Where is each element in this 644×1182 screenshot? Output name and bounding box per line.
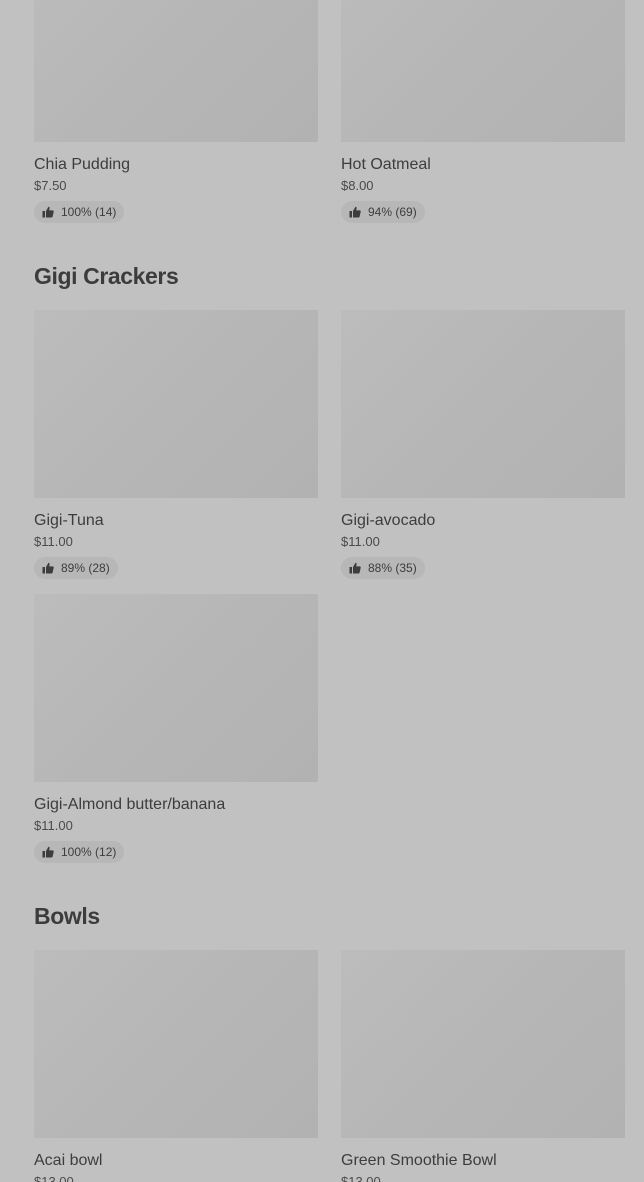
menu-item-price: $11.00 <box>34 534 73 549</box>
menu-item-name: Gigi-Almond butter/banana <box>34 796 226 813</box>
menu-item-name: Green Smoothie Bowl <box>341 1152 497 1169</box>
menu-item-price: $11.00 <box>34 818 73 833</box>
thumbs-up-icon <box>42 206 54 218</box>
menu-item-image <box>341 310 625 498</box>
menu-item-name: Hot Oatmeal <box>341 156 431 173</box>
menu-item-price: $13.00 <box>34 1174 74 1182</box>
menu-item-card[interactable]: Gigi-Tuna $11.00 89% (28) <box>34 310 318 579</box>
thumbs-up-icon <box>42 562 54 574</box>
menu-item-price: $13.00 <box>341 1174 381 1182</box>
menu-item-image <box>34 0 318 142</box>
section-title-gigi-crackers: Gigi Crackers <box>34 263 179 289</box>
menu-page: Chia Pudding $7.50 100% (14) Hot Oatmeal… <box>0 0 644 1182</box>
menu-item-price: $7.50 <box>34 178 67 193</box>
menu-item-image <box>34 594 318 782</box>
menu-item-name: Gigi-avocado <box>341 512 436 529</box>
rating-text: 100% (12) <box>61 845 117 859</box>
thumbs-up-icon <box>42 846 54 858</box>
menu-item-image <box>341 950 625 1138</box>
menu-item-price: $11.00 <box>341 534 380 549</box>
menu-item-card[interactable]: Gigi-Almond butter/banana $11.00 100% (1… <box>34 594 318 863</box>
rating-badge: 89% (28) <box>34 557 118 579</box>
rating-text: 94% (69) <box>368 205 417 219</box>
rating-text: 100% (14) <box>61 205 117 219</box>
section-title-bowls: Bowls <box>34 903 100 929</box>
rating-text: 89% (28) <box>61 561 110 575</box>
menu-item-card[interactable]: Hot Oatmeal $8.00 94% (69) <box>341 0 625 223</box>
menu-item-card[interactable]: Chia Pudding $7.50 100% (14) <box>34 0 318 223</box>
menu-item-image <box>341 0 625 142</box>
menu-item-card[interactable]: Gigi-avocado $11.00 88% (35) <box>341 310 625 579</box>
menu-item-price: $8.00 <box>341 178 374 193</box>
menu-item-image <box>34 950 318 1138</box>
rating-badge: 94% (69) <box>341 201 425 223</box>
thumbs-up-icon <box>349 206 361 218</box>
menu-item-card[interactable]: Green Smoothie Bowl $13.00 <box>341 950 625 1182</box>
menu-item-name: Chia Pudding <box>34 156 131 173</box>
rating-badge: 100% (12) <box>34 841 125 863</box>
rating-badge: 88% (35) <box>341 557 425 579</box>
rating-badge: 100% (14) <box>34 201 125 223</box>
menu-item-card[interactable]: Acai bowl $13.00 <box>34 950 318 1182</box>
thumbs-up-icon <box>349 562 361 574</box>
rating-text: 88% (35) <box>368 561 417 575</box>
menu-item-name: Gigi-Tuna <box>34 512 104 529</box>
menu-item-image <box>34 310 318 498</box>
menu-item-name: Acai bowl <box>34 1152 103 1169</box>
